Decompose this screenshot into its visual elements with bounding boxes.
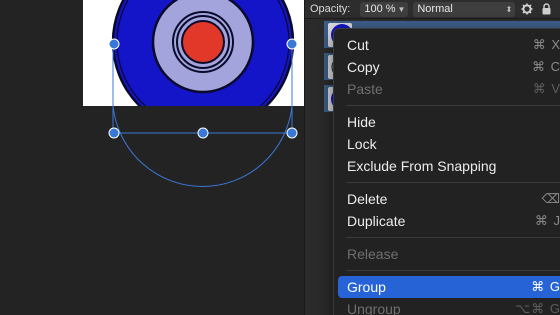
menu-item-shortcut: ⌘ G: [531, 279, 560, 294]
menu-item-label: Exclude From Snapping: [347, 158, 497, 174]
menu-item-label: Delete: [347, 191, 388, 207]
menu-item-shortcut: ⌘ J: [534, 213, 560, 228]
blend-mode-select[interactable]: Normal ⬍: [413, 1, 516, 17]
menu-item-label: Duplicate: [347, 213, 406, 229]
menu-item-label: Group: [347, 279, 386, 295]
lock-icon[interactable]: [539, 2, 553, 16]
menu-item-label: Cut: [347, 37, 369, 53]
selection-handle[interactable]: [108, 38, 120, 50]
menu-item-label: Hide: [347, 114, 376, 130]
menu-item-release: Release: [338, 243, 560, 265]
document-canvas[interactable]: [0, 0, 304, 315]
menu-item-shortcut: ⌘ X: [532, 37, 560, 52]
menu-item-shortcut: ⌘ C: [532, 59, 560, 74]
selection-bounds: [108, 38, 298, 188]
menu-item-label: Release: [347, 246, 399, 262]
selection-handle[interactable]: [286, 38, 298, 50]
blend-mode-value: Normal: [417, 3, 453, 15]
menu-item-copy[interactable]: Copy ⌘ C: [338, 56, 560, 78]
layer-toolbar: Opacity: 100 % ▼ Normal ⬍: [305, 0, 560, 19]
menu-item-label: Lock: [347, 136, 377, 152]
context-menu: Cut ⌘ X Copy ⌘ C Paste ⌘ V Hide Lock Exc…: [333, 28, 560, 315]
menu-separator: [346, 270, 560, 271]
menu-separator: [346, 182, 560, 183]
selection-handle[interactable]: [286, 127, 298, 139]
menu-item-duplicate[interactable]: Duplicate ⌘ J: [338, 210, 560, 232]
opacity-value: 100 %: [364, 3, 396, 15]
menu-item-ungroup: Ungroup ⌥⌘ G: [338, 298, 560, 315]
menu-item-shortcut: ⌥⌘ G: [515, 301, 560, 315]
chevron-updown-icon: ⬍: [505, 4, 513, 14]
selection-handle[interactable]: [108, 127, 120, 139]
menu-item-delete[interactable]: Delete ⌫: [338, 188, 560, 210]
menu-item-label: Ungroup: [347, 301, 401, 315]
menu-item-label: Paste: [347, 81, 383, 97]
menu-item-shortcut: ⌘ V: [532, 81, 560, 96]
menu-item-label: Copy: [347, 59, 380, 75]
menu-item-hide[interactable]: Hide: [338, 111, 560, 133]
menu-item-group[interactable]: Group ⌘ G: [338, 276, 560, 298]
chevron-down-icon: ▼: [397, 4, 406, 14]
gear-icon[interactable]: [520, 2, 534, 16]
menu-item-exclude-from-snapping[interactable]: Exclude From Snapping: [338, 155, 560, 177]
backspace-icon: ⌫: [541, 191, 560, 206]
opacity-label: Opacity:: [310, 3, 351, 15]
menu-separator: [346, 237, 560, 238]
menu-item-paste: Paste ⌘ V: [338, 78, 560, 100]
opacity-field[interactable]: 100 % ▼: [360, 1, 409, 17]
menu-separator: [346, 105, 560, 106]
menu-item-cut[interactable]: Cut ⌘ X: [338, 34, 560, 56]
selection-handle[interactable]: [197, 127, 209, 139]
menu-item-lock[interactable]: Lock: [338, 133, 560, 155]
